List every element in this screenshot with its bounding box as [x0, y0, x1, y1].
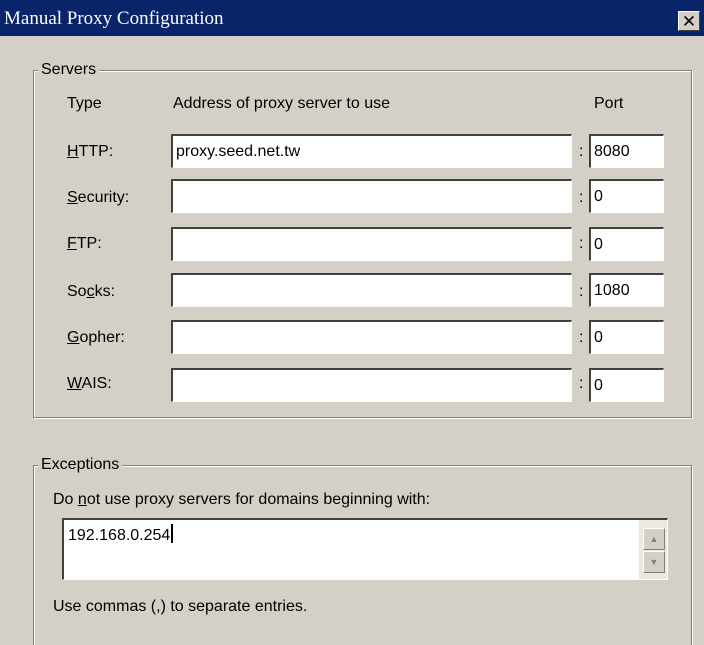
- window-title: Manual Proxy Configuration: [4, 8, 224, 29]
- wais-port-separator: :: [579, 375, 584, 392]
- column-header-address: Address of proxy server to use: [173, 95, 390, 112]
- ftp-port-field[interactable]: 0: [589, 227, 664, 261]
- ftp-label: FTP:: [67, 235, 102, 252]
- gopher-port-field[interactable]: 0: [589, 320, 664, 354]
- socks-label: Socks:: [67, 283, 116, 300]
- gopher-address-field[interactable]: [171, 320, 572, 354]
- http-port-separator: :: [579, 143, 584, 160]
- gopher-label: Gopher:: [67, 329, 125, 346]
- gopher-port-separator: :: [579, 329, 584, 346]
- security-port-field[interactable]: 0: [589, 179, 664, 213]
- exceptions-legend: Exceptions: [38, 456, 123, 474]
- scroll-down-button[interactable]: ▼: [643, 551, 665, 573]
- security-label: Security:: [67, 189, 130, 206]
- http-label: HTTP:: [67, 143, 114, 160]
- ftp-port-separator: :: [579, 235, 584, 252]
- column-header-port: Port: [594, 95, 624, 112]
- socks-port-separator: :: [579, 283, 584, 300]
- scroll-up-icon: ▲: [649, 534, 659, 544]
- wais-label: WAIS:: [67, 375, 112, 392]
- close-icon: ✕: [681, 11, 697, 31]
- socks-address-field[interactable]: [171, 273, 572, 307]
- http-port-field[interactable]: 8080: [589, 134, 664, 168]
- wais-port-field[interactable]: 0: [589, 368, 664, 402]
- security-address-field[interactable]: [171, 179, 572, 213]
- exceptions-description: Do not use proxy servers for domains beg…: [53, 491, 431, 508]
- wais-address-field[interactable]: [171, 368, 572, 402]
- text-caret: [171, 524, 174, 543]
- exceptions-textarea[interactable]: 192.168.0.254 ▲ ▼: [62, 518, 668, 580]
- scroll-up-button[interactable]: ▲: [643, 528, 665, 550]
- exceptions-value: 192.168.0.254: [68, 524, 174, 545]
- ftp-address-field[interactable]: [171, 227, 572, 261]
- title-bar: Manual Proxy Configuration ✕: [0, 0, 704, 36]
- exceptions-hint: Use commas (,) to separate entries.: [53, 598, 308, 615]
- security-port-separator: :: [579, 189, 584, 206]
- exceptions-scrollbar[interactable]: ▲ ▼: [639, 520, 667, 579]
- scroll-down-icon: ▼: [649, 557, 659, 567]
- servers-legend: Servers: [38, 61, 100, 79]
- column-header-type: Type: [67, 95, 102, 112]
- http-address-field[interactable]: proxy.seed.net.tw: [171, 134, 572, 168]
- close-button[interactable]: ✕: [678, 11, 700, 31]
- socks-port-field[interactable]: 1080: [589, 273, 664, 307]
